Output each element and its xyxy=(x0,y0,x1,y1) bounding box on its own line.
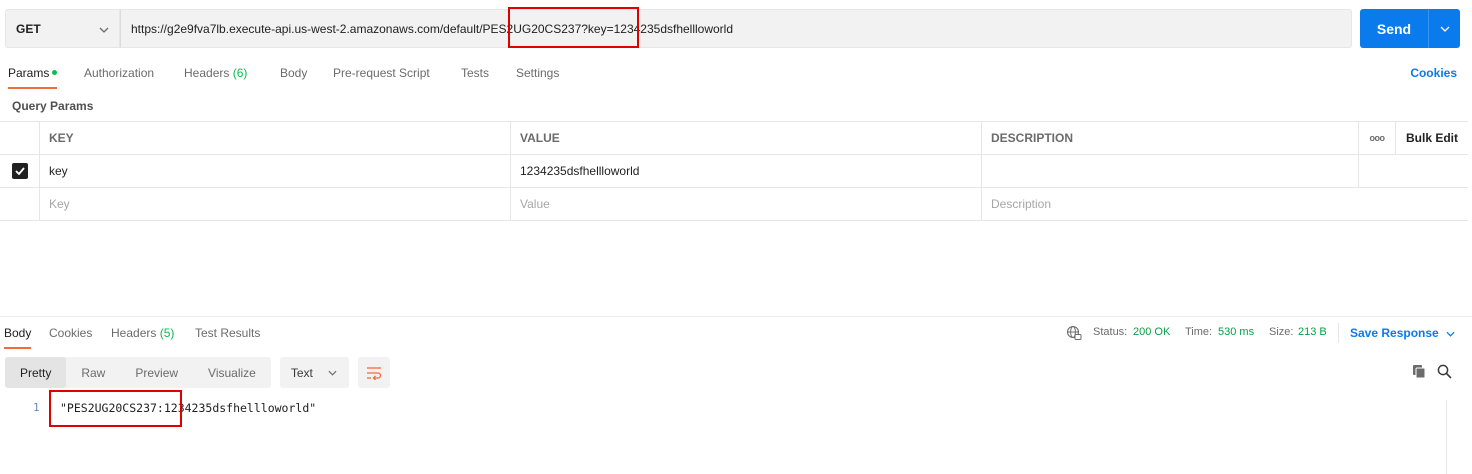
status-label: Status: xyxy=(1093,326,1128,338)
send-button[interactable]: Send xyxy=(1360,9,1428,48)
param-value-input[interactable]: 1234235dsfhellloworld xyxy=(511,155,982,187)
column-description: DESCRIPTION xyxy=(982,122,1359,154)
row-spacer-end xyxy=(1396,155,1468,187)
new-description-input[interactable]: Description xyxy=(982,188,1359,220)
headers-count: (6) xyxy=(232,66,248,80)
table-header: KEY VALUE DESCRIPTION ooo Bulk Edit xyxy=(0,122,1468,155)
cookies-link[interactable]: Cookies xyxy=(1410,62,1457,84)
line-number: 1 xyxy=(33,401,40,414)
param-key-input[interactable]: key xyxy=(40,155,511,187)
bulk-edit-button[interactable]: Bulk Edit xyxy=(1396,122,1468,154)
view-preview-button[interactable]: Preview xyxy=(120,357,193,388)
response-tabs: Body Cookies Headers (5) Test Results St… xyxy=(0,316,1472,349)
response-view-bar: Pretty Raw Preview Visualize Text xyxy=(5,357,390,388)
globe-icon[interactable] xyxy=(1066,325,1082,344)
view-visualize-button[interactable]: Visualize xyxy=(193,357,271,388)
tab-settings[interactable]: Settings xyxy=(516,62,559,89)
method-label: GET xyxy=(16,21,41,36)
param-description-input[interactable] xyxy=(982,155,1359,187)
method-select[interactable]: GET xyxy=(5,9,120,48)
url-input[interactable]: https://g2e9fva7lb.execute-api.us-west-2… xyxy=(120,9,1352,48)
send-options-button[interactable] xyxy=(1428,9,1460,48)
format-select[interactable]: Text xyxy=(279,357,349,388)
row-checkbox[interactable] xyxy=(0,155,40,187)
new-value-input[interactable]: Value xyxy=(511,188,982,220)
empty-checkbox-cell xyxy=(0,188,40,220)
row-spacer-end xyxy=(1396,188,1468,220)
table-row-empty: Key Value Description xyxy=(0,188,1468,221)
editor-scrollbar[interactable] xyxy=(1446,400,1460,474)
tab-body[interactable]: Body xyxy=(280,62,307,89)
column-key: KEY xyxy=(40,122,511,154)
tab-headers-label: Headers xyxy=(184,66,230,80)
size-value[interactable]: 213 B xyxy=(1298,326,1327,338)
query-params-title: Query Params xyxy=(12,99,94,113)
response-headers-count: (5) xyxy=(159,326,175,340)
divider xyxy=(1338,323,1339,343)
response-line: "PES2UG20CS237:1234235dsfhellloworld" xyxy=(60,401,317,415)
status-value[interactable]: 200 OK xyxy=(1133,326,1170,338)
more-icon: ooo xyxy=(1369,133,1386,143)
url-text: https://g2e9fva7lb.execute-api.us-west-2… xyxy=(131,21,734,36)
new-key-input[interactable]: Key xyxy=(40,188,511,220)
save-response-button[interactable]: Save Response xyxy=(1350,326,1455,340)
request-bar: GET https://g2e9fva7lb.execute-api.us-we… xyxy=(5,9,1352,48)
time-label: Time: xyxy=(1185,326,1213,338)
search-icon[interactable] xyxy=(1437,364,1452,382)
response-tab-cookies[interactable]: Cookies xyxy=(49,326,92,349)
response-tab-headers[interactable]: Headers (5) xyxy=(111,326,174,349)
tab-tests[interactable]: Tests xyxy=(461,62,489,89)
format-label: Text xyxy=(290,365,313,380)
checkbox-checked-icon xyxy=(11,163,28,179)
time-value[interactable]: 530 ms xyxy=(1218,326,1254,338)
active-dot-icon xyxy=(52,70,58,76)
save-response-label: Save Response xyxy=(1350,326,1439,340)
chevron-down-icon xyxy=(1446,331,1455,337)
size-label: Size: xyxy=(1269,326,1294,338)
view-mode-group: Pretty Raw Preview Visualize xyxy=(5,357,271,388)
table-row: key 1234235dsfhellloworld xyxy=(0,155,1468,188)
send-button-group: Send xyxy=(1360,9,1460,48)
header-checkbox-cell xyxy=(0,122,40,154)
request-tabs: Params Authorization Headers (6) Body Pr… xyxy=(0,62,1472,90)
chevron-down-icon xyxy=(1440,26,1449,32)
view-pretty-button[interactable]: Pretty xyxy=(5,357,67,388)
tab-headers[interactable]: Headers (6) xyxy=(184,62,247,89)
view-raw-button[interactable]: Raw xyxy=(66,357,120,388)
tab-pre-request-script[interactable]: Pre-request Script xyxy=(333,62,430,89)
wrap-lines-icon xyxy=(366,366,381,380)
response-tab-body[interactable]: Body xyxy=(4,326,32,349)
row-spacer xyxy=(1359,188,1396,220)
wrap-lines-button[interactable] xyxy=(357,357,390,388)
tab-params[interactable]: Params xyxy=(8,62,58,89)
chevron-down-icon xyxy=(99,22,109,36)
query-params-table: KEY VALUE DESCRIPTION ooo Bulk Edit key … xyxy=(0,121,1468,221)
column-value: VALUE xyxy=(511,122,982,154)
tab-authorization[interactable]: Authorization xyxy=(84,62,154,89)
copy-icon[interactable] xyxy=(1412,364,1427,382)
tab-params-label: Params xyxy=(8,66,50,80)
row-spacer xyxy=(1359,155,1396,187)
response-tab-test-results[interactable]: Test Results xyxy=(195,326,260,349)
chevron-down-icon xyxy=(328,370,337,376)
more-options-button[interactable]: ooo xyxy=(1359,122,1396,154)
response-headers-label: Headers xyxy=(111,326,157,340)
